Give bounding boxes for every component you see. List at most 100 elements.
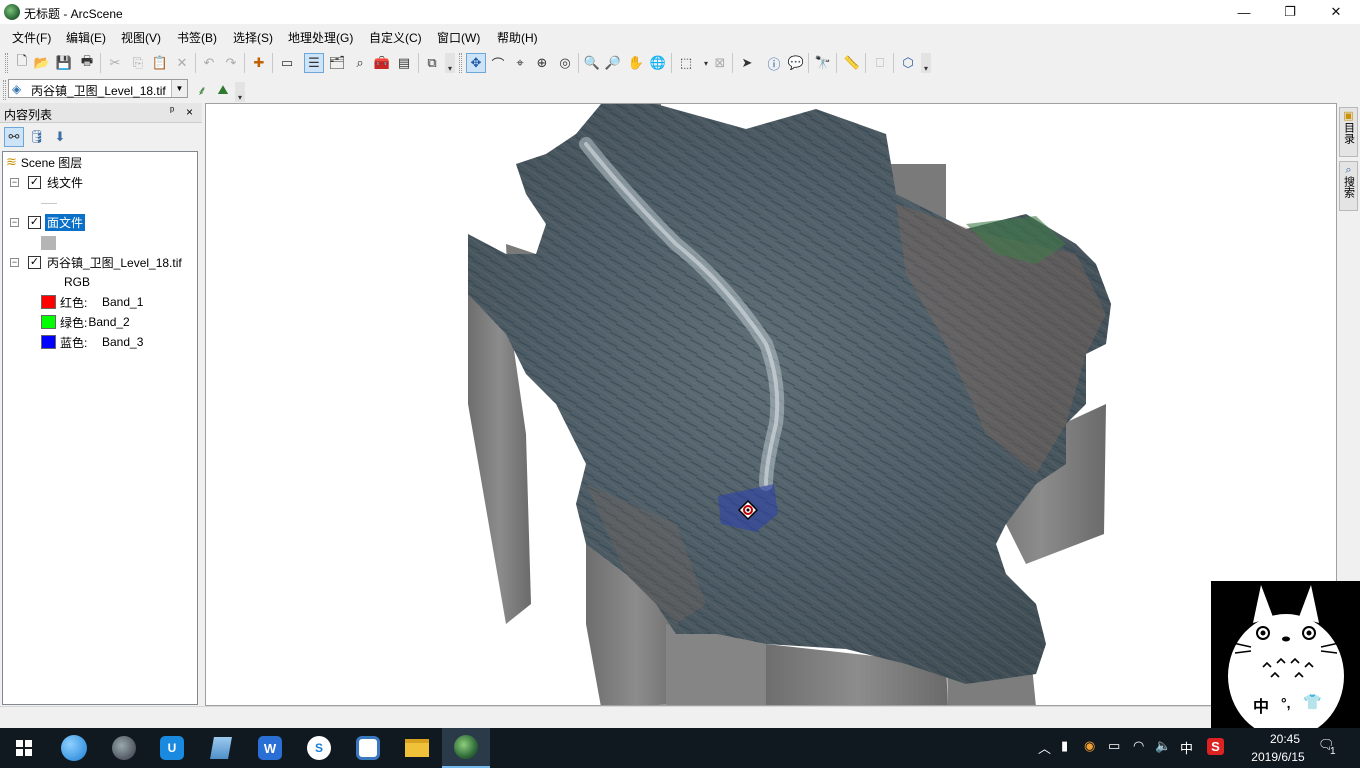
band-row-green[interactable]: 绿色: Band_2	[41, 313, 130, 331]
layer-visibility-checkbox[interactable]: ✓	[28, 215, 41, 229]
catalog-dock-tab[interactable]: ▣ 目录	[1339, 107, 1358, 157]
clear-selection-icon[interactable]: ⊠	[710, 53, 730, 73]
undo-icon[interactable]: ↶	[199, 53, 219, 73]
animation-icon[interactable]: ⎕	[870, 53, 890, 73]
battery-icon[interactable]: ▭	[1108, 738, 1120, 754]
list-by-visibility-icon[interactable]: ⬇	[50, 127, 70, 147]
menu-customize[interactable]: 自定义(C)	[369, 29, 422, 46]
green-band-swatch[interactable]	[41, 315, 56, 329]
maximize-button[interactable]: ❐	[1267, 0, 1313, 24]
collapse-icon[interactable]: −	[10, 257, 19, 267]
search-dock-tab[interactable]: ⌕ 搜索	[1339, 161, 1358, 211]
toc-window-icon[interactable]: ☰	[304, 53, 324, 73]
layer-name[interactable]: 丙谷镇_卫图_Level_18.tif	[47, 254, 182, 271]
menu-geoprocessing[interactable]: 地理处理(G)	[288, 29, 353, 46]
print-icon[interactable]: 🖶	[77, 53, 97, 73]
pan-hand-icon[interactable]: ✋	[626, 53, 646, 73]
search-window-icon[interactable]: ⌕	[350, 53, 370, 73]
menu-edit[interactable]: 编辑(E)	[66, 29, 106, 46]
identify-icon[interactable]: ⓘ	[764, 53, 784, 73]
wps-icon[interactable]: W	[246, 728, 294, 768]
toolbar-overflow-icon[interactable]: ▾	[921, 53, 931, 73]
html-popup-icon[interactable]: 💬	[786, 53, 806, 73]
ime-mascot-overlay[interactable]: 中 °, 👕	[1211, 581, 1360, 738]
clock-date[interactable]: 2019/6/15	[1240, 750, 1316, 764]
toolbar-grip[interactable]	[459, 53, 462, 73]
save-icon[interactable]: 💾	[54, 53, 74, 73]
find-binoculars-icon[interactable]: 🔭	[813, 53, 833, 73]
minimize-button[interactable]: —	[1221, 0, 1267, 24]
close-button[interactable]: ✕	[1313, 0, 1359, 24]
arctoolbox-icon[interactable]: 🧰	[372, 53, 392, 73]
globe-icon[interactable]	[100, 728, 148, 768]
band-row-blue[interactable]: 蓝色: Band_3	[41, 333, 143, 351]
chevron-down-icon[interactable]: ▼	[171, 80, 187, 97]
copy-icon[interactable]: ⎘	[128, 53, 148, 73]
toolbar-overflow-icon[interactable]: ▾	[235, 82, 245, 102]
menu-windows[interactable]: 窗口(W)	[437, 29, 480, 46]
layer-visibility-checkbox[interactable]: ✓	[28, 175, 41, 189]
catalog-window-icon[interactable]: 🗂	[327, 53, 347, 73]
cloud-icon[interactable]	[344, 728, 392, 768]
zoom-in-icon[interactable]: 🔍	[582, 53, 602, 73]
menu-bookmarks[interactable]: 书签(B)	[177, 29, 217, 46]
arcscene-taskbar-icon[interactable]	[442, 728, 490, 768]
menu-file[interactable]: 文件(F)	[12, 29, 51, 46]
terrain-3d-render[interactable]	[206, 104, 1337, 706]
pin-icon[interactable]: ᵖ	[170, 105, 174, 117]
new-document-icon[interactable]: 🗋	[12, 53, 32, 73]
select-elements-arrow-icon[interactable]: ➤	[737, 53, 757, 73]
file-explorer-icon[interactable]	[393, 728, 441, 768]
zoom-to-target-icon[interactable]: ⊕	[532, 53, 552, 73]
clock-time[interactable]: 20:45	[1255, 732, 1315, 746]
close-icon[interactable]: ×	[186, 105, 193, 119]
cut-icon[interactable]: ✂	[105, 53, 125, 73]
list-by-source-icon[interactable]: 🛢	[27, 127, 47, 147]
layer-name[interactable]: 面文件	[45, 213, 86, 231]
volume-icon[interactable]: 🔈	[1155, 738, 1171, 754]
sogou-browser-icon[interactable]	[50, 728, 98, 768]
ime-indicator[interactable]: 中	[1180, 738, 1193, 757]
layer-name[interactable]: 线文件	[47, 174, 83, 191]
sogou-search-icon[interactable]: S	[295, 728, 343, 768]
scene-layers-root[interactable]: ≋ Scene 图层	[6, 153, 82, 171]
scene-view[interactable]	[205, 103, 1337, 706]
center-on-target-icon[interactable]: ⌖	[510, 53, 530, 73]
collapse-icon[interactable]: −	[10, 177, 19, 187]
red-band-swatch[interactable]	[41, 295, 56, 309]
scene-properties-icon[interactable]: ▭	[277, 53, 297, 73]
select-features-icon[interactable]: ⬚	[676, 53, 696, 73]
layer-visibility-checkbox[interactable]: ✓	[28, 255, 41, 269]
blue-band-swatch[interactable]	[41, 335, 56, 349]
collapse-icon[interactable]: −	[10, 217, 19, 227]
layer-transparency-icon[interactable]: ⛰	[213, 80, 233, 100]
menu-view[interactable]: 视图(V)	[121, 29, 161, 46]
toolbar-grip[interactable]	[5, 53, 8, 73]
full-extent-icon[interactable]: 🌐	[648, 53, 668, 73]
band-row-red[interactable]: 红色: Band_1	[41, 293, 143, 311]
layer-dropdown[interactable]: ◈ 丙谷镇_卫图_Level_18.tif ▼	[8, 79, 188, 98]
model-builder-icon[interactable]: ⧉	[422, 53, 442, 73]
list-by-drawing-order-icon[interactable]: ⚯	[4, 127, 24, 147]
delete-icon[interactable]: ✕	[172, 53, 192, 73]
navigate-icon[interactable]: ✥	[466, 53, 486, 73]
wifi-icon[interactable]: ◠	[1133, 738, 1144, 754]
sogou-ime-icon[interactable]: S	[1207, 738, 1224, 755]
fill-symbol-swatch[interactable]	[41, 236, 56, 250]
fly-icon[interactable]: ⌒	[488, 53, 508, 73]
add-data-icon[interactable]: ✚	[249, 53, 269, 73]
show-hidden-icons-icon[interactable]: ︿	[1038, 738, 1051, 757]
start-button[interactable]	[0, 728, 48, 768]
open-folder-icon[interactable]: 📂	[32, 53, 52, 73]
redo-icon[interactable]: ↷	[221, 53, 241, 73]
python-window-icon[interactable]: ▤	[394, 53, 414, 73]
menu-selection[interactable]: 选择(S)	[233, 29, 273, 46]
usb-icon[interactable]: ▮	[1061, 738, 1068, 754]
toc-layer-row[interactable]: − ✓ 面文件	[10, 213, 86, 231]
paste-icon[interactable]: 📋	[150, 53, 170, 73]
toolbar-grip[interactable]	[3, 80, 6, 100]
swipe-layer-icon[interactable]: ⸙	[192, 80, 212, 100]
toc-layer-row[interactable]: − ✓ 线文件	[10, 173, 83, 191]
toc-layer-row[interactable]: − ✓ 丙谷镇_卫图_Level_18.tif	[10, 253, 182, 271]
update-icon[interactable]: ◉	[1084, 738, 1095, 754]
